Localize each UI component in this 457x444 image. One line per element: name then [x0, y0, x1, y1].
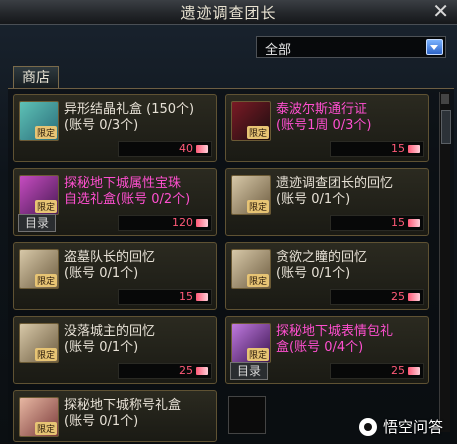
item-price: 40	[118, 141, 212, 157]
item-name: 泰波尔斯通行证	[276, 102, 368, 117]
item-memory-scroll-icon: 限定	[231, 175, 271, 215]
item-name: 盗墓队长的回忆	[64, 250, 156, 265]
currency-icon	[196, 219, 208, 227]
tab-shop[interactable]: 商店	[13, 66, 59, 89]
item-emote-box-icon: 限定	[231, 323, 271, 363]
item-memory-scroll-icon: 限定	[231, 249, 271, 289]
item-limit: 自选礼盒(账号 0/2个)	[64, 192, 191, 207]
chevron-down-icon[interactable]	[426, 39, 443, 55]
scroll-thumb[interactable]	[441, 110, 451, 144]
item-name: 探秘地下城称号礼盒	[64, 398, 182, 413]
close-icon[interactable]: ✕	[432, 0, 449, 22]
item-limit: 盒(账号 0/4个)	[276, 340, 364, 355]
category-filter-dropdown[interactable]: 全部	[256, 36, 446, 58]
currency-icon	[196, 293, 208, 301]
shop-item-card[interactable]: 限定 泰波尔斯通行证 (账号1周 0/3个) 15	[225, 94, 429, 162]
title-bar: 遗迹调查团长 ✕	[0, 0, 457, 25]
window-title: 遗迹调查团长	[180, 4, 277, 22]
shop-item-card[interactable]: 限定 盗墓队长的回忆 (账号 0/1个) 15	[13, 242, 217, 310]
shop-item-card[interactable]: 限定 探秘地下城表情包礼 盒(账号 0/4个) 目录 25	[225, 316, 429, 384]
catalog-button[interactable]: 目录	[230, 362, 268, 380]
currency-icon	[196, 145, 208, 153]
item-price: 120	[118, 215, 212, 231]
item-limit: (账号 0/1个)	[64, 266, 139, 281]
watermark: 悟空问答	[358, 416, 443, 437]
item-memory-scroll-icon: 限定	[19, 249, 59, 289]
currency-icon	[408, 293, 420, 301]
item-memory-scroll-icon: 限定	[19, 323, 59, 363]
shop-item-card[interactable]: 限定 贪欲之瞳的回忆 (账号 0/1个) 25	[225, 242, 429, 310]
shop-item-card[interactable]: 限定 没落城主的回忆 (账号 0/1个) 25	[13, 316, 217, 384]
shop-item-card[interactable]: 限定 探秘地下城称号礼盒 (账号 0/1个)	[13, 390, 217, 442]
shop-item-card[interactable]: 限定 遗迹调查团长的回忆 (账号 0/1个) 15	[225, 168, 429, 236]
item-pass-icon: 限定	[231, 101, 271, 141]
item-price: 25	[118, 363, 212, 379]
empty-item-slot	[228, 396, 266, 434]
currency-icon	[408, 367, 420, 375]
item-limit: (账号 0/3个)	[64, 118, 139, 133]
item-treasure-box-icon: 限定	[19, 175, 59, 215]
item-limit: (账号 0/1个)	[64, 340, 139, 355]
item-name: 探秘地下城表情包礼	[276, 324, 394, 339]
item-title-box-icon: 限定	[19, 397, 59, 437]
item-name: 没落城主的回忆	[64, 324, 156, 339]
shop-item-card[interactable]: 限定 异形结晶礼盒 (150个) (账号 0/3个) 40	[13, 94, 217, 162]
item-limit: (账号 0/1个)	[276, 192, 351, 207]
item-limit: (账号 0/1个)	[276, 266, 351, 281]
watermark-logo-icon	[358, 417, 377, 436]
item-name: 遗迹调查团长的回忆	[276, 176, 394, 191]
catalog-button[interactable]: 目录	[18, 214, 56, 232]
currency-icon	[408, 145, 420, 153]
scroll-up-arrow-icon[interactable]	[441, 94, 449, 104]
shop-window: 遗迹调查团长 ✕ 全部 商店 限定 异形结晶礼盒 (150个) (账号 0/3个…	[0, 0, 457, 444]
currency-icon	[196, 367, 208, 375]
item-name: 异形结晶礼盒 (150个)	[64, 102, 195, 117]
currency-icon	[408, 219, 420, 227]
item-limit: (账号1周 0/3个)	[276, 118, 372, 133]
item-price: 25	[330, 363, 424, 379]
scrollbar[interactable]	[439, 92, 451, 432]
item-gift-box-icon: 限定	[19, 101, 59, 141]
shop-item-card[interactable]: 限定 探秘地下城属性宝珠 自选礼盒(账号 0/2个) 目录 120	[13, 168, 217, 236]
category-filter-value: 全部	[265, 43, 292, 58]
item-price: 15	[330, 215, 424, 231]
item-name: 贪欲之瞳的回忆	[276, 250, 368, 265]
item-limit: (账号 0/1个)	[64, 414, 139, 429]
item-price: 15	[330, 141, 424, 157]
item-price: 25	[330, 289, 424, 305]
item-name: 探秘地下城属性宝珠	[64, 176, 182, 191]
item-price: 15	[118, 289, 212, 305]
